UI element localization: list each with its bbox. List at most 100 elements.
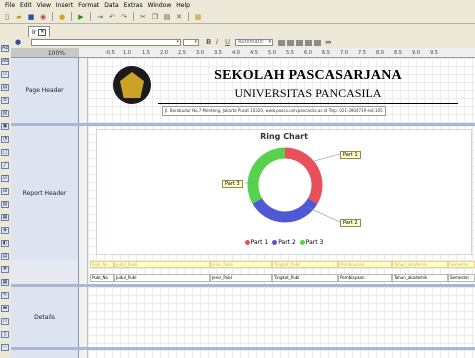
header-address[interactable]: Jl. Borobudur No.7 Menteng, Jakarta Pusa… <box>162 106 386 116</box>
italic-button[interactable]: I <box>216 39 218 46</box>
redo-icon[interactable]: ↷ <box>119 12 129 22</box>
label-leader-line <box>306 153 341 164</box>
column-header-cell[interactable]: Judul_Publi <box>114 261 210 268</box>
menu-file[interactable]: File <box>5 2 15 9</box>
copy-icon[interactable]: ❐ <box>150 12 160 22</box>
ruler-tick: 3.0 <box>196 50 204 56</box>
footer-band[interactable] <box>88 350 475 358</box>
page-tool-icon[interactable]: ▯ <box>1 331 9 338</box>
font-combo[interactable]: ▾ <box>183 39 199 46</box>
field-cell[interactable]: Tingkat_Publ <box>272 274 338 282</box>
column-header-cell[interactable]: Tingkat_Publi <box>272 261 338 268</box>
field-tool-icon[interactable]: ab <box>1 58 9 65</box>
field-cell[interactable]: Tahun_akademik <box>392 274 448 282</box>
section-column-header[interactable] <box>11 260 79 284</box>
legend-item: Part 1 <box>244 239 268 246</box>
memo-tool-icon[interactable]: ▤ <box>1 84 9 91</box>
map-tool-icon[interactable]: ◈ <box>1 227 9 234</box>
formula-tool-icon[interactable]: ▭ <box>1 71 9 78</box>
label-tool-icon[interactable]: Ab <box>1 45 9 52</box>
cut-icon[interactable]: ✂ <box>138 12 148 22</box>
section-details[interactable]: Details <box>11 287 79 347</box>
ring-chart[interactable]: Ring Chart Part 1 Part 2 Part 3 Part 1 P… <box>96 129 472 255</box>
vertical-ruler <box>79 287 88 347</box>
section-report-header[interactable]: Report Header <box>11 126 79 260</box>
align-right-icon[interactable] <box>296 40 303 46</box>
barcode-tool-icon[interactable]: ▥ <box>1 110 9 117</box>
column-header-cell[interactable]: Tahun_akademik <box>392 261 448 268</box>
save-icon[interactable]: ■ <box>26 12 36 22</box>
style-combo[interactable]: ▾ <box>31 39 181 46</box>
table-tool-icon[interactable]: ⊞ <box>1 188 9 195</box>
gauge-tool-icon[interactable]: ◐ <box>1 240 9 247</box>
group-tool-icon[interactable]: ▭ <box>1 318 9 325</box>
color-combo[interactable]: Automatic ▾ <box>235 39 273 46</box>
field-cell[interactable]: Pembiayaan <box>338 274 392 282</box>
more-tools-icon[interactable]: ⋯ <box>1 344 9 351</box>
page-header-band[interactable]: SEKOLAH PASCASARJANA UNIVERSITAS PANCASI… <box>88 58 475 123</box>
vertical-ruler <box>79 126 88 260</box>
zoom-header: 100% <box>11 48 79 58</box>
menu-edit[interactable]: Edit <box>20 2 32 9</box>
zip-code-tool-icon[interactable]: # <box>1 266 9 273</box>
align-center-icon[interactable] <box>287 40 294 46</box>
menu-window[interactable]: Window <box>148 2 172 9</box>
paste-icon[interactable]: ▤ <box>162 12 172 22</box>
column-header-band[interactable]: Publ_No Judul_Publi Jenis_Publi Tingkat_… <box>88 260 475 284</box>
cellular-text-tool-icon[interactable]: ▤ <box>1 253 9 260</box>
data-icon[interactable]: ◉ <box>38 12 48 22</box>
field-cell[interactable]: Semester <box>448 274 475 282</box>
field-cell[interactable]: Jenis_Publ <box>210 274 272 282</box>
rich-text-tool-icon[interactable]: ≡ <box>1 97 9 104</box>
subreport-tool-icon[interactable]: ▧ <box>1 201 9 208</box>
style-icon[interactable]: ● <box>15 39 21 46</box>
zoom-level[interactable]: 100% <box>48 50 65 57</box>
chart-tool-icon[interactable]: ◔ <box>1 136 9 143</box>
run-icon[interactable]: ▶ <box>76 12 86 22</box>
section-footer[interactable] <box>11 350 79 358</box>
document-tab[interactable]: Ir ✕ <box>28 26 51 37</box>
bold-button[interactable]: B <box>206 39 211 46</box>
undo-icon[interactable]: ↶ <box>107 12 117 22</box>
column-header-cell[interactable]: Publ_No <box>90 261 114 268</box>
field-cell[interactable]: Judul_Publ <box>114 274 210 282</box>
new-icon[interactable]: ▯ <box>2 12 12 22</box>
crosstab-tool-icon[interactable]: ▦ <box>1 214 9 221</box>
menu-data[interactable]: Data <box>104 2 118 9</box>
format-paint-icon[interactable]: ▦ <box>193 12 203 22</box>
report-header-band[interactable]: Ring Chart Part 1 Part 2 Part 3 Part 1 P… <box>88 126 475 260</box>
details-band[interactable] <box>88 287 475 347</box>
column-header-cell[interactable]: Jenis_Publi <box>210 261 272 268</box>
image-tool-icon[interactable]: ▣ <box>1 123 9 130</box>
close-icon[interactable]: ✕ <box>38 28 47 36</box>
justify-icon[interactable] <box>305 40 312 46</box>
legend-swatch <box>299 240 305 245</box>
align-left-icon[interactable] <box>278 40 285 46</box>
header-title-university[interactable]: UNIVERSITAS PANCASILA <box>158 86 458 101</box>
signature-tool-icon[interactable]: ✎ <box>1 292 9 299</box>
line-tool-icon[interactable]: ╱ <box>1 162 9 169</box>
column-header-cell[interactable]: Pembiayaan <box>338 261 392 268</box>
chevron-down-icon: ▾ <box>268 39 271 45</box>
field-cell[interactable]: Publ_No <box>90 274 114 282</box>
underline-button[interactable]: U <box>225 39 230 46</box>
menu-help[interactable]: Help <box>176 2 190 9</box>
menu-format[interactable]: Format <box>78 2 99 9</box>
step-icon[interactable]: ⇥ <box>95 12 105 22</box>
data-source-icon[interactable]: ● <box>57 12 67 22</box>
line-style-icon[interactable]: ▬ <box>325 39 332 46</box>
ring-segment-3 <box>247 147 286 204</box>
open-icon[interactable]: ▰ <box>14 12 24 22</box>
menu-view[interactable]: View <box>37 2 51 9</box>
section-page-header[interactable]: Page Header <box>11 58 79 123</box>
border-icon[interactable] <box>314 40 321 46</box>
menu-extras[interactable]: Extras <box>124 2 143 9</box>
delete-icon[interactable]: ✕ <box>174 12 184 22</box>
shape-tool-icon[interactable]: ▢ <box>1 149 9 156</box>
band-tool-icon[interactable]: ▬ <box>1 305 9 312</box>
checkbox-tool-icon[interactable]: ☑ <box>1 175 9 182</box>
matrix-tool-icon[interactable]: ▦ <box>1 279 9 286</box>
menu-insert[interactable]: Insert <box>56 2 73 9</box>
column-header-cell[interactable]: Semester <box>448 261 475 268</box>
header-title-school[interactable]: SEKOLAH PASCASARJANA <box>158 68 458 84</box>
